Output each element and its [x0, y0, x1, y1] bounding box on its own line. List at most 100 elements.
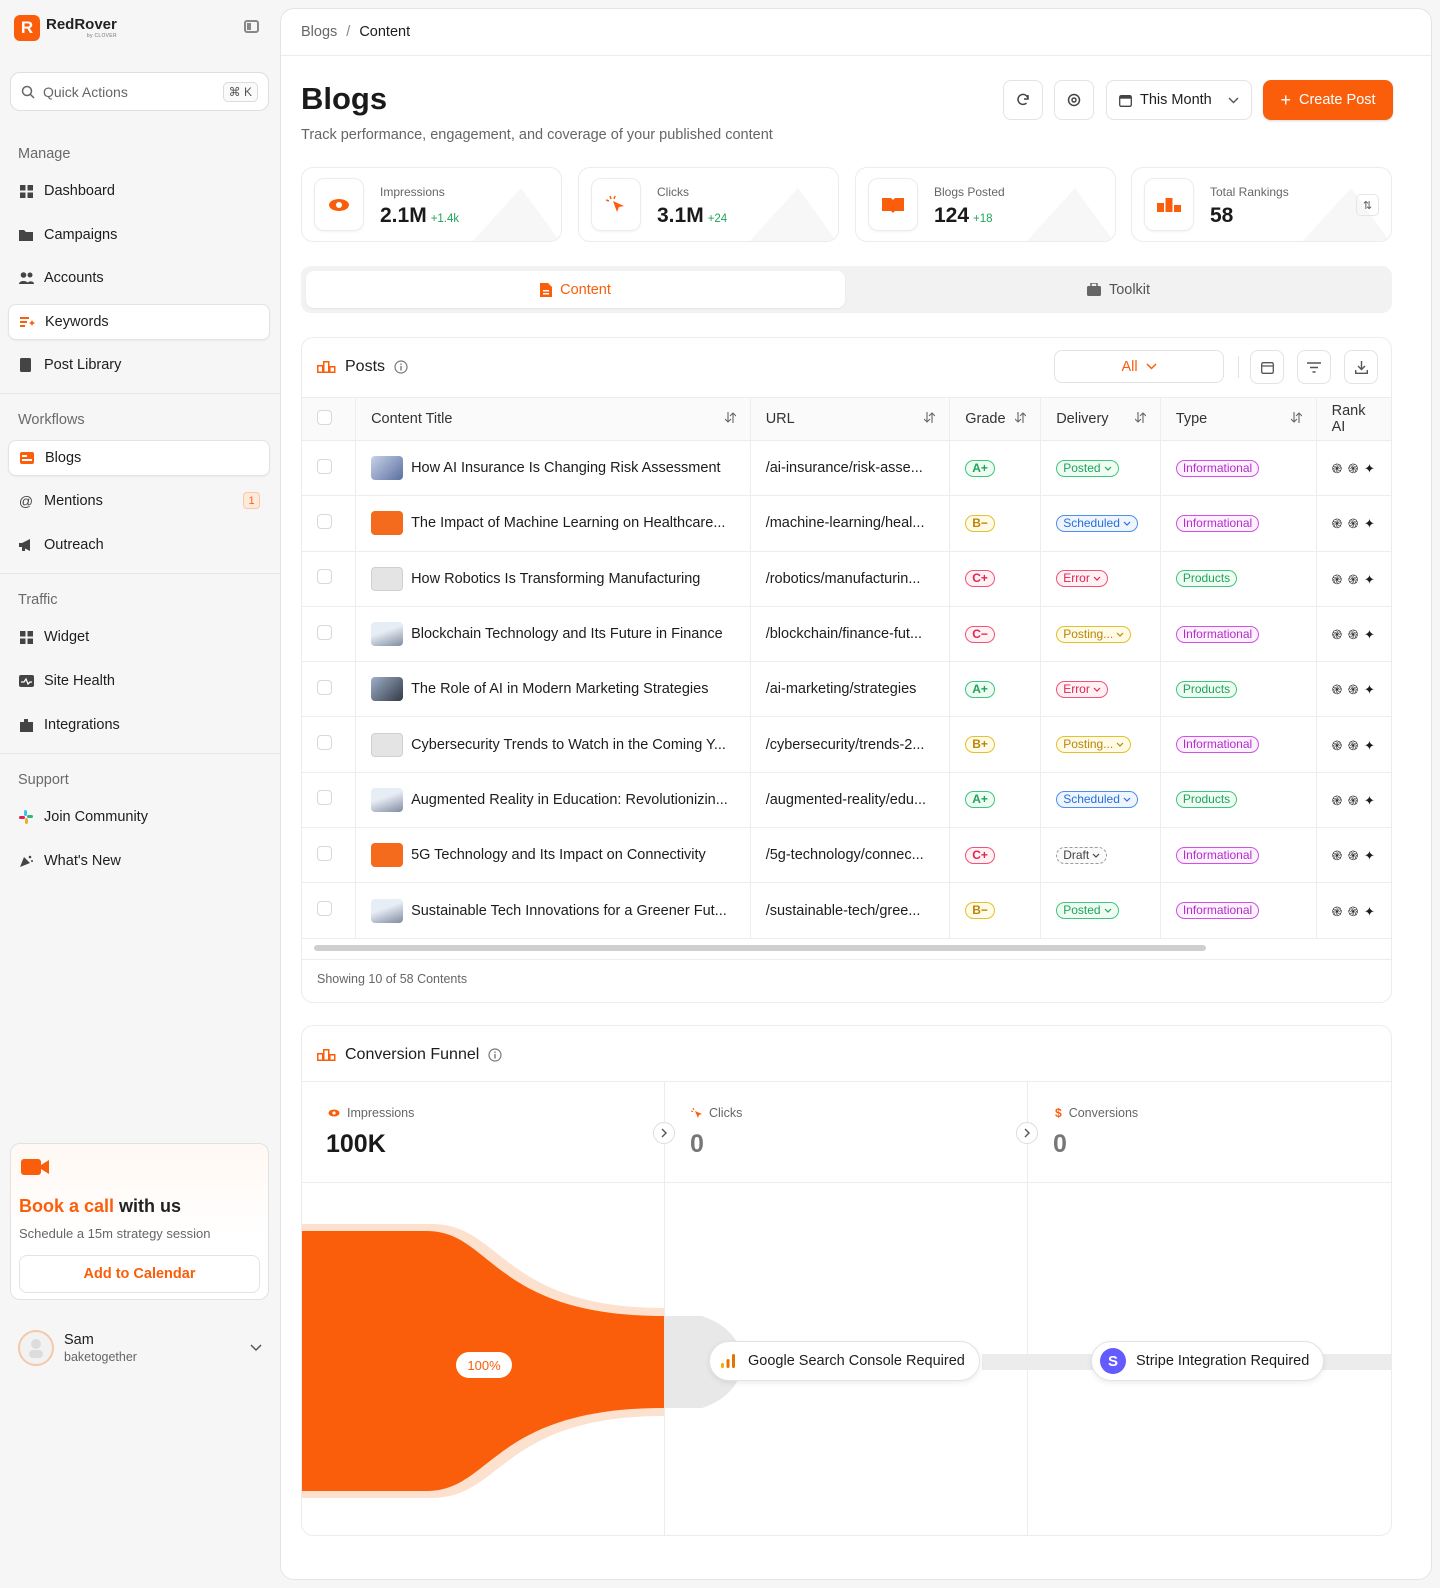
- row-checkbox[interactable]: [317, 845, 332, 861]
- row-checkbox[interactable]: [317, 458, 332, 474]
- settings-button[interactable]: [1054, 80, 1094, 120]
- row-checkbox[interactable]: [317, 513, 332, 529]
- refresh-button[interactable]: [1003, 80, 1043, 120]
- content-title-cell[interactable]: 5G Technology and Its Impact on Connecti…: [355, 827, 751, 884]
- url-cell[interactable]: /ai-insurance/risk-asse...: [749, 440, 950, 497]
- col-delivery[interactable]: Delivery: [1040, 397, 1161, 441]
- tab-toolkit[interactable]: Toolkit: [849, 271, 1388, 308]
- delivery-status-dropdown[interactable]: Error: [1056, 680, 1108, 698]
- filter-button[interactable]: [1297, 350, 1331, 384]
- delivery-status-dropdown[interactable]: Error: [1056, 570, 1108, 588]
- sort-icon[interactable]: [724, 412, 736, 423]
- delivery-status-dropdown[interactable]: Posting...: [1056, 736, 1132, 754]
- sidebar-item-widget[interactable]: Widget: [8, 619, 270, 655]
- sort-icon[interactable]: [1134, 412, 1146, 423]
- url-cell[interactable]: /5g-technology/connec...: [749, 827, 950, 884]
- sidebar-item-post-library[interactable]: Post Library: [8, 347, 270, 383]
- sort-icon[interactable]: [1290, 412, 1302, 423]
- row-checkbox[interactable]: [317, 679, 332, 695]
- col-url[interactable]: URL: [749, 397, 950, 441]
- book-call-rest: with us: [114, 1196, 182, 1216]
- table-row[interactable]: Blockchain Technology and Its Future in …: [302, 606, 1391, 663]
- content-title-cell[interactable]: Augmented Reality in Education: Revoluti…: [355, 772, 751, 829]
- col-grade[interactable]: Grade: [949, 397, 1041, 441]
- content-title-cell[interactable]: How Robotics Is Transforming Manufacturi…: [355, 551, 751, 607]
- delivery-status-dropdown[interactable]: Posted: [1056, 902, 1119, 920]
- sort-icon[interactable]: ⇅: [1356, 194, 1379, 216]
- funnel-stage-value: 0: [1053, 1130, 1067, 1158]
- type-cell: Informational: [1159, 716, 1317, 773]
- content-title-cell[interactable]: The Role of AI in Modern Marketing Strat…: [355, 661, 751, 718]
- info-icon[interactable]: [394, 360, 408, 374]
- sidebar-collapse-icon[interactable]: [244, 20, 259, 33]
- table-row[interactable]: How Robotics Is Transforming Manufacturi…: [302, 551, 1391, 607]
- grade-cell: C+: [949, 827, 1041, 884]
- sidebar-item-outreach[interactable]: Outreach: [8, 527, 270, 563]
- table-row[interactable]: How AI Insurance Is Changing Risk Assess…: [302, 440, 1391, 497]
- sidebar-item-integrations[interactable]: Integrations: [8, 707, 270, 743]
- sidebar-item-dashboard[interactable]: Dashboard: [8, 173, 270, 209]
- delivery-status-dropdown[interactable]: Posting...: [1056, 625, 1132, 643]
- content-title-cell[interactable]: Cybersecurity Trends to Watch in the Com…: [355, 716, 751, 773]
- sidebar-item-whats-new[interactable]: What's New: [8, 843, 270, 879]
- sidebar-item-site-health[interactable]: Site Health: [8, 663, 270, 699]
- user-menu[interactable]: Sam baketogether: [18, 1328, 262, 1368]
- url-cell[interactable]: /robotics/manufacturin...: [749, 551, 950, 607]
- sidebar-item-blogs[interactable]: Blogs: [8, 440, 270, 476]
- delivery-status-dropdown[interactable]: Posted: [1056, 459, 1119, 477]
- sidebar-item-join-community[interactable]: Join Community: [8, 799, 270, 835]
- row-checkbox[interactable]: [317, 624, 332, 640]
- tab-content[interactable]: Content: [306, 271, 845, 308]
- posts-filter-select[interactable]: All: [1054, 350, 1224, 383]
- date-range-select[interactable]: This Month: [1106, 80, 1252, 120]
- sort-icon[interactable]: [1015, 412, 1027, 423]
- row-checkbox[interactable]: [317, 790, 332, 806]
- url-cell[interactable]: /machine-learning/heal...: [749, 495, 950, 552]
- health-icon: [18, 673, 34, 689]
- sidebar-item-campaigns[interactable]: Campaigns: [8, 217, 270, 253]
- url-cell[interactable]: /sustainable-tech/gree...: [749, 882, 950, 939]
- table-row[interactable]: The Impact of Machine Learning on Health…: [302, 495, 1391, 552]
- sort-icon[interactable]: [924, 412, 936, 423]
- table-row[interactable]: Augmented Reality in Education: Revoluti…: [302, 772, 1391, 829]
- grade-cell: A+: [949, 440, 1041, 497]
- breadcrumb-parent[interactable]: Blogs: [301, 24, 337, 40]
- google-search-console-required-button[interactable]: Google Search Console Required: [709, 1341, 980, 1381]
- delivery-status-dropdown[interactable]: Draft: [1056, 846, 1108, 864]
- delivery-status-dropdown[interactable]: Scheduled: [1056, 791, 1138, 809]
- select-all-checkbox[interactable]: [317, 409, 332, 425]
- url-cell[interactable]: /blockchain/finance-fut...: [749, 606, 950, 663]
- stripe-integration-required-button[interactable]: S Stripe Integration Required: [1091, 1341, 1325, 1381]
- download-button[interactable]: [1344, 350, 1378, 384]
- sidebar-item-label: Dashboard: [44, 183, 115, 199]
- sidebar-item-mentions[interactable]: @ Mentions 1: [8, 483, 270, 519]
- url-cell[interactable]: /ai-marketing/strategies: [749, 661, 950, 718]
- add-to-calendar-button[interactable]: Add to Calendar: [19, 1255, 260, 1293]
- row-select-cell: [302, 882, 356, 939]
- content-title-cell[interactable]: The Impact of Machine Learning on Health…: [355, 495, 751, 552]
- row-checkbox[interactable]: [317, 735, 332, 751]
- content-title-cell[interactable]: How AI Insurance Is Changing Risk Assess…: [355, 440, 751, 497]
- sidebar-item-keywords[interactable]: Keywords: [8, 304, 270, 340]
- table-row[interactable]: The Role of AI in Modern Marketing Strat…: [302, 661, 1391, 718]
- content-title-cell[interactable]: Blockchain Technology and Its Future in …: [355, 606, 751, 663]
- sidebar-item-accounts[interactable]: Accounts: [8, 260, 270, 296]
- url-cell[interactable]: /cybersecurity/trends-2...: [749, 716, 950, 773]
- row-checkbox[interactable]: [317, 901, 332, 917]
- create-post-button[interactable]: + Create Post: [1263, 80, 1393, 120]
- quick-actions-search[interactable]: Quick Actions ⌘ K: [10, 72, 269, 111]
- horizontal-scrollbar[interactable]: [314, 945, 1206, 951]
- col-type[interactable]: Type: [1159, 397, 1317, 441]
- row-checkbox[interactable]: [317, 569, 332, 585]
- delivery-status-dropdown[interactable]: Scheduled: [1056, 514, 1138, 532]
- brand-logo[interactable]: R RedRover by CLOVER: [14, 15, 117, 41]
- col-content-title[interactable]: Content Title: [355, 397, 751, 441]
- info-icon[interactable]: [488, 1048, 502, 1062]
- calendar-filter-button[interactable]: [1250, 350, 1284, 384]
- table-row[interactable]: Cybersecurity Trends to Watch in the Com…: [302, 716, 1391, 773]
- table-row[interactable]: Sustainable Tech Innovations for a Green…: [302, 882, 1391, 939]
- url-cell[interactable]: /augmented-reality/edu...: [749, 772, 950, 829]
- content-title-cell[interactable]: Sustainable Tech Innovations for a Green…: [355, 882, 751, 939]
- col-rank-ai[interactable]: Rank AI: [1315, 397, 1391, 441]
- table-row[interactable]: 5G Technology and Its Impact on Connecti…: [302, 827, 1391, 884]
